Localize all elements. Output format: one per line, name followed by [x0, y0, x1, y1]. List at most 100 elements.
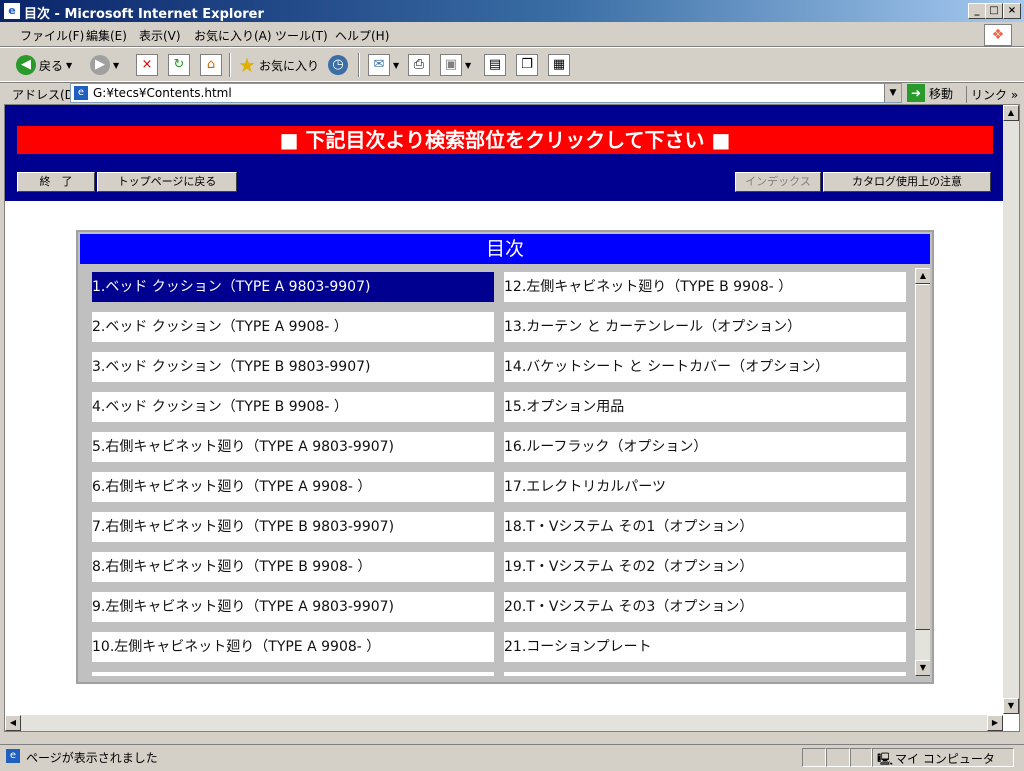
instruction-banner: ■ 下記目次より検索部位をクリックして下さい ■	[17, 126, 993, 154]
refresh-icon: ↻	[168, 54, 190, 76]
favorites-label: お気に入り	[258, 58, 319, 73]
exit-button[interactable]: 終 了	[17, 172, 95, 192]
menu-file[interactable]: ファイル(F)	[20, 27, 84, 44]
toolbar-separator	[358, 53, 360, 77]
maximize-button[interactable]: □	[985, 3, 1003, 19]
ie-page-icon: e	[4, 3, 20, 19]
top-page-button[interactable]: トップページに戻る	[97, 172, 237, 192]
toc-item-12[interactable]: 12.左側キャビネット廻り（TYPE B 9908- ）	[504, 272, 906, 302]
back-label: 戻る	[39, 58, 64, 73]
go-button[interactable]: ➜ 移動	[907, 84, 953, 102]
mail-button[interactable]: ✉ ▼	[368, 54, 399, 76]
toc-item-19[interactable]: 19.T・Vシステム その2（オプション）	[504, 552, 906, 582]
mail-icon: ✉	[368, 54, 390, 76]
toc-item-16[interactable]: 16.ルーフラック（オプション）	[504, 432, 906, 462]
page-vertical-scrollbar[interactable]: ▲ ▼	[1003, 105, 1019, 714]
toc-item-6[interactable]: 6.右側キャビネット廻り（TYPE A 9908- ）	[92, 472, 494, 502]
menu-view[interactable]: 表示(V)	[139, 27, 181, 44]
document-icon: ▤	[484, 54, 506, 76]
links-button[interactable]: リンク »	[966, 86, 1018, 103]
menu-bar: ファイル(F) 編集(E) 表示(V) お気に入り(A) ツール(T) ヘルプ(…	[0, 22, 1024, 47]
menu-tools[interactable]: ツール(T)	[275, 27, 328, 44]
zone-cell: 🖳 マイ コンピュータ	[872, 748, 1014, 767]
toc-item-4[interactable]: 4.ベッド クッション（TYPE B 9908- ）	[92, 392, 494, 422]
toc-item-partial[interactable]	[504, 672, 906, 676]
status-cell	[850, 748, 872, 767]
save-page-button[interactable]: ▦	[548, 54, 570, 76]
window-title: 目次 - Microsoft Internet Explorer	[24, 7, 264, 22]
scroll-up-arrow-icon[interactable]: ▲	[915, 268, 930, 284]
toc-list: 1.ベッド クッション（TYPE A 9803-9907) 2.ベッド クッショ…	[80, 268, 930, 676]
history-button[interactable]: ◷	[328, 54, 348, 76]
status-cell	[802, 748, 826, 767]
toc-item-5[interactable]: 5.右側キャビネット廻り（TYPE A 9803-9907)	[92, 432, 494, 462]
copy-page-button[interactable]: ❐	[516, 54, 538, 76]
toc-item-8[interactable]: 8.右側キャビネット廻り（TYPE B 9908- ）	[92, 552, 494, 582]
toc-item-18[interactable]: 18.T・Vシステム その1（オプション）	[504, 512, 906, 542]
printer-icon: ⎙	[408, 54, 430, 76]
home-button[interactable]: ⌂	[200, 54, 222, 76]
edit-button[interactable]: ▣ ▼	[440, 54, 471, 76]
toc-item-1[interactable]: 1.ベッド クッション（TYPE A 9803-9907)	[92, 272, 494, 302]
toc-item-14[interactable]: 14.バケットシート と シートカバー（オプション）	[504, 352, 906, 382]
links-label: リンク	[971, 88, 1008, 102]
edit-icon: ▣	[440, 54, 462, 76]
toc-item-2[interactable]: 2.ベッド クッション（TYPE A 9908- ）	[92, 312, 494, 342]
back-dropdown-icon: ▼	[66, 60, 73, 70]
title-bar: e 目次 - Microsoft Internet Explorer _ □ ×	[0, 0, 1024, 22]
page-scroll-left-icon[interactable]: ◀	[5, 715, 21, 731]
browser-viewport: ■ 下記目次より検索部位をクリックして下さい ■ 終 了 トップページに戻る イ…	[4, 104, 1020, 732]
toc-item-11-partial[interactable]	[92, 672, 494, 676]
page-scroll-right-icon[interactable]: ▶	[987, 715, 1003, 731]
forward-dropdown-icon: ▼	[113, 60, 120, 70]
refresh-button[interactable]: ↻	[168, 54, 190, 76]
status-text: ページが表示されました	[26, 751, 158, 765]
toc-item-21[interactable]: 21.コーションプレート	[504, 632, 906, 662]
forward-button[interactable]: ▶ ▼	[90, 54, 119, 76]
address-bar: アドレス(D) e G:¥tecs¥Contents.html ▼ ➜ 移動 リ…	[0, 81, 1024, 104]
minimize-button[interactable]: _	[968, 3, 986, 19]
toc-item-10[interactable]: 10.左側キャビネット廻り（TYPE A 9908- ）	[92, 632, 494, 662]
scroll-down-arrow-icon[interactable]: ▼	[915, 660, 930, 676]
toc-item-20[interactable]: 20.T・Vシステム その3（オプション）	[504, 592, 906, 622]
address-dropdown-icon[interactable]: ▼	[884, 84, 901, 102]
address-input[interactable]: e G:¥tecs¥Contents.html ▼	[70, 83, 902, 103]
toc-item-3[interactable]: 3.ベッド クッション（TYPE B 9803-9907)	[92, 352, 494, 382]
menu-help[interactable]: ヘルプ(H)	[335, 27, 389, 44]
page-header: ■ 下記目次より検索部位をクリックして下さい ■ 終 了 トップページに戻る イ…	[5, 105, 1003, 201]
toc-item-17[interactable]: 17.エレクトリカルパーツ	[504, 472, 906, 502]
toolbar-separator	[229, 53, 231, 77]
menu-edit[interactable]: 編集(E)	[86, 27, 127, 44]
stop-button[interactable]: ×	[136, 54, 158, 76]
catalog-notice-button[interactable]: カタログ使用上の注意	[823, 172, 991, 192]
windows-logo-icon: ❖	[984, 24, 1012, 46]
status-cell	[826, 748, 850, 767]
menu-favorites[interactable]: お気に入り(A)	[194, 27, 272, 44]
page-scroll-down-icon[interactable]: ▼	[1003, 698, 1019, 714]
favorites-button[interactable]: ★ お気に入り	[238, 53, 319, 77]
page-scroll-up-icon[interactable]: ▲	[1003, 105, 1019, 121]
toc-item-15[interactable]: 15.オプション用品	[504, 392, 906, 422]
page-horizontal-scrollbar[interactable]: ◀ ▶	[5, 715, 1003, 731]
back-button[interactable]: ◀ 戻る ▼	[16, 54, 72, 76]
zone-label: マイ コンピュータ	[895, 752, 995, 766]
index-button[interactable]: インデックス	[735, 172, 821, 192]
toc-scrollbar[interactable]: ▲ ▼	[915, 268, 930, 676]
document-button[interactable]: ▤	[484, 54, 506, 76]
history-icon: ◷	[328, 55, 348, 75]
go-label: 移動	[929, 86, 954, 101]
save-page-icon: ▦	[548, 54, 570, 76]
toc-item-9[interactable]: 9.左側キャビネット廻り（TYPE A 9803-9907)	[92, 592, 494, 622]
back-arrow-icon: ◀	[16, 55, 36, 75]
stop-icon: ×	[136, 54, 158, 76]
toc-item-13[interactable]: 13.カーテン と カーテンレール（オプション）	[504, 312, 906, 342]
go-arrow-icon: ➜	[907, 84, 925, 102]
star-icon: ★	[238, 53, 256, 77]
toc-title: 目次	[80, 234, 930, 264]
address-label: アドレス(D)	[12, 88, 79, 102]
copy-page-icon: ❐	[516, 54, 538, 76]
scroll-thumb[interactable]	[915, 284, 930, 630]
toc-item-7[interactable]: 7.右側キャビネット廻り（TYPE B 9803-9907)	[92, 512, 494, 542]
close-button[interactable]: ×	[1003, 3, 1021, 19]
print-button[interactable]: ⎙	[408, 54, 430, 76]
